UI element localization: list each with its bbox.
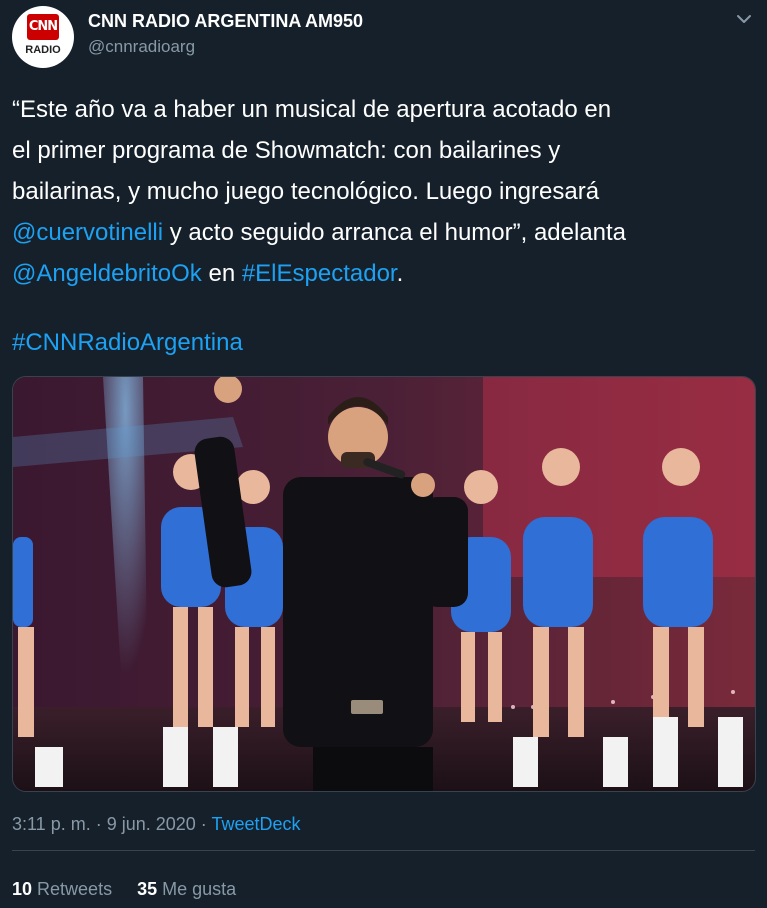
cnn-logo: CNN: [27, 14, 59, 40]
tweet-line: bailarinas, y mucho juego tecnológico. L…: [12, 178, 600, 205]
tweet-line: en: [201, 260, 242, 287]
hashtag-line: #CNNRadioArgentina: [12, 322, 243, 363]
timestamp[interactable]: 3:11 p. m. · 9 jun. 2020 ·: [12, 814, 211, 834]
likes-label: Me gusta: [157, 879, 237, 899]
account-handle[interactable]: @cnnradioarg: [88, 37, 195, 57]
retweets-count: 10: [12, 879, 33, 899]
tweet-line: “Este año va a haber un musical de apert…: [12, 96, 612, 123]
chevron-down-icon[interactable]: [735, 10, 753, 28]
avatar[interactable]: CNN RADIO: [12, 6, 74, 68]
avatar-sublabel: RADIO: [25, 44, 61, 56]
tweet-meta: 3:11 p. m. · 9 jun. 2020 · TweetDeck: [12, 814, 301, 835]
photo-illustration: [13, 377, 755, 791]
tweet-line: el primer programa de Showmatch: con bai…: [12, 137, 561, 164]
account-name[interactable]: CNN RADIO ARGENTINA AM950: [88, 11, 363, 32]
tweet-line: y acto seguido arranca el humor”, adelan…: [163, 219, 627, 246]
mention-link[interactable]: @cuervotinelli: [12, 219, 163, 246]
divider: [12, 850, 755, 851]
source-link[interactable]: TweetDeck: [211, 814, 300, 834]
retweets-stat[interactable]: 10 Retweets: [12, 879, 112, 899]
retweets-label: Retweets: [32, 879, 113, 899]
mention-link[interactable]: @AngeldebritoOk: [12, 260, 202, 287]
hashtag-link[interactable]: #CNNRadioArgentina: [12, 329, 243, 356]
tweet-header: CNN RADIO CNN RADIO ARGENTINA AM950 @cnn…: [12, 6, 757, 68]
tweet-photo[interactable]: [12, 376, 756, 792]
tweet-body: “Este año va a haber un musical de apert…: [12, 89, 757, 294]
tweet-stats: 10 Retweets 35 Me gusta: [12, 879, 236, 900]
likes-stat[interactable]: 35 Me gusta: [137, 879, 236, 899]
tweet-line: .: [396, 260, 404, 287]
hashtag-link[interactable]: #ElEspectador: [242, 260, 397, 287]
likes-count: 35: [137, 879, 158, 899]
